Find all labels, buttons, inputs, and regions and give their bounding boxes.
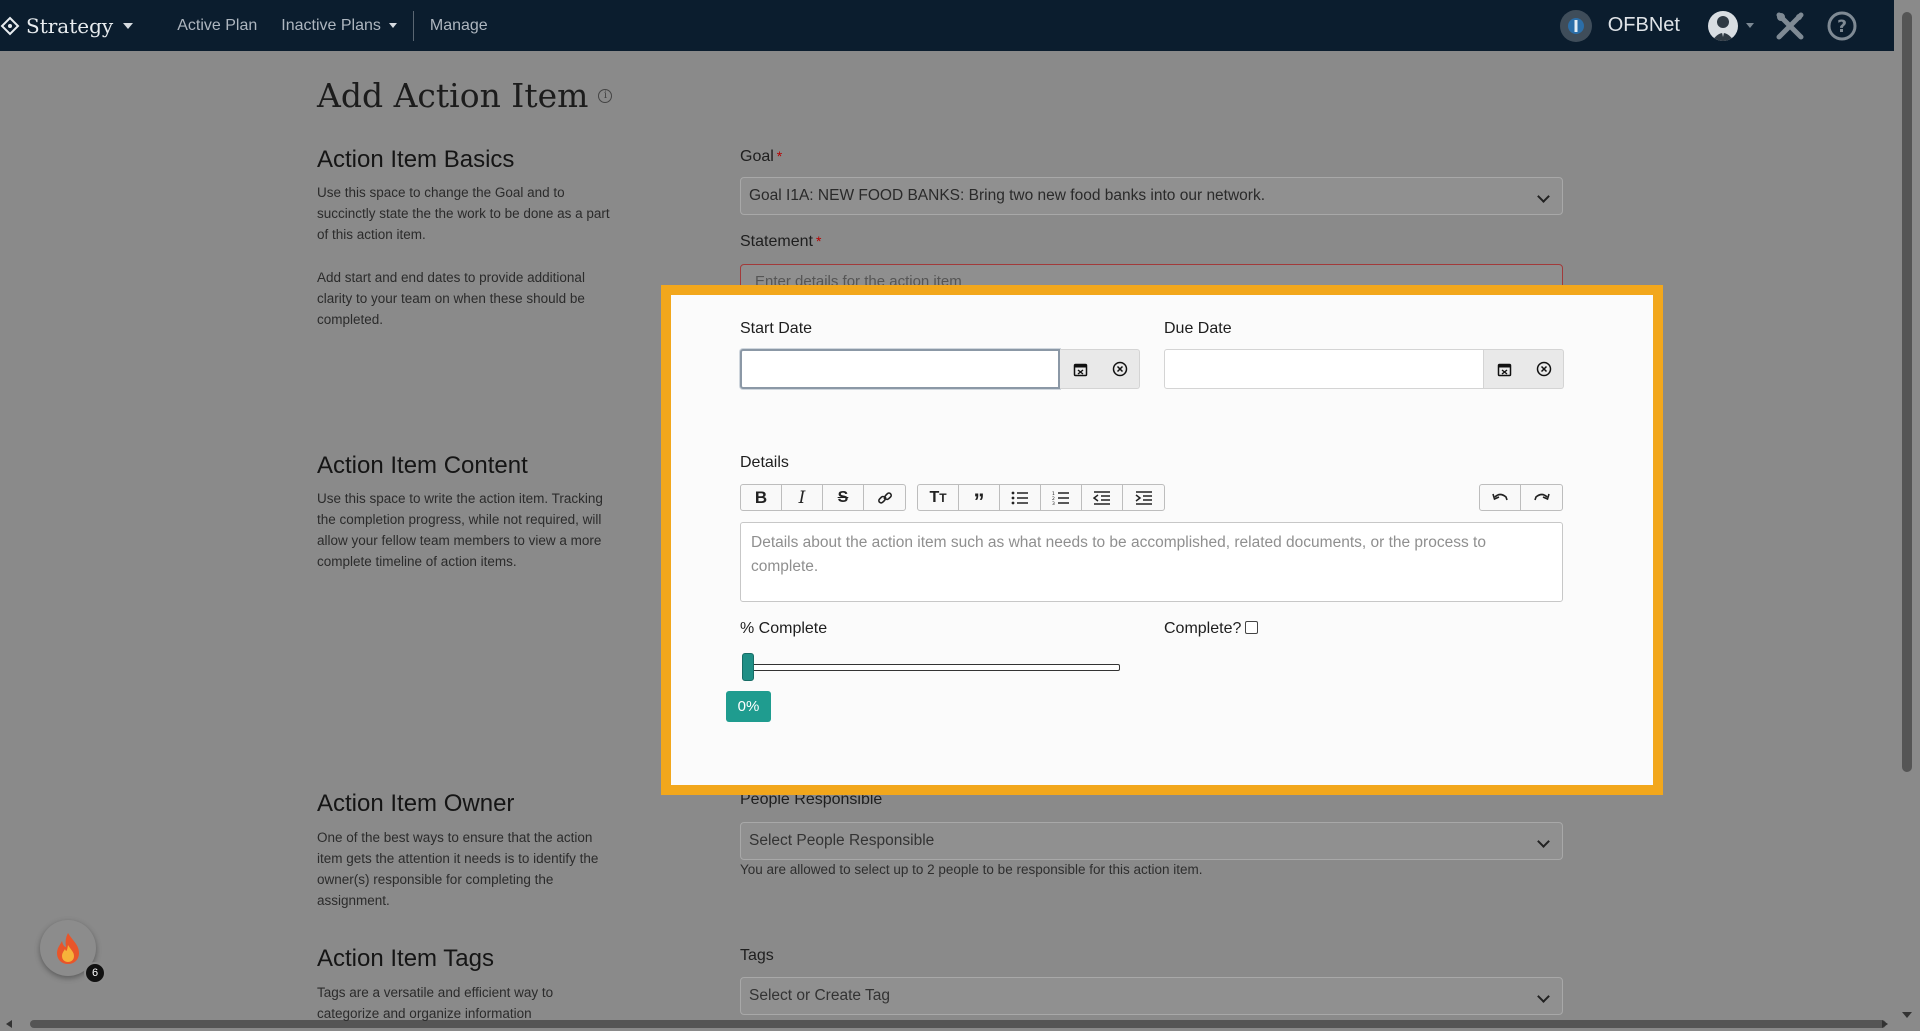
start-date-clear-button[interactable]: [1100, 349, 1140, 389]
quote-icon: ”: [973, 488, 985, 514]
indent-button[interactable]: [1123, 485, 1164, 510]
due-date-group: [1164, 349, 1564, 389]
start-date-label: Start Date: [740, 320, 813, 337]
numbered-list-icon: 123: [1052, 491, 1069, 505]
start-date-calendar-button[interactable]: [1060, 349, 1100, 389]
editor-toolbar-history: [1479, 484, 1563, 511]
flame-icon: [57, 933, 79, 964]
percent-complete-slider-handle[interactable]: [742, 653, 754, 681]
strikethrough-button[interactable]: S: [823, 485, 864, 510]
percent-complete-slider-track[interactable]: [744, 664, 1120, 671]
calendar-icon: [1497, 363, 1511, 376]
italic-button[interactable]: I: [782, 485, 823, 510]
link-icon: [877, 491, 892, 504]
percent-complete-label: % Complete: [740, 620, 828, 637]
details-label: Details: [740, 454, 789, 471]
undo-button[interactable]: [1480, 485, 1521, 510]
complete-label-text: Complete?: [1164, 620, 1242, 637]
redo-icon: [1533, 493, 1550, 500]
heading-icon: TT: [929, 488, 947, 506]
clear-circle-icon: [1112, 361, 1127, 377]
complete-checkbox[interactable]: [1245, 621, 1259, 634]
editor-toolbar-blocks: TT ” 123: [917, 484, 1165, 514]
percent-complete-badge: 0%: [726, 691, 771, 722]
outdent-icon: [1093, 490, 1110, 505]
notification-count-badge: 6: [84, 962, 106, 984]
fire-widget-button[interactable]: 6: [40, 920, 106, 984]
complete-checkbox-label: Complete?: [1164, 620, 1259, 638]
due-date-calendar-button[interactable]: [1484, 349, 1524, 389]
calendar-icon: [1073, 363, 1087, 376]
due-date-clear-button[interactable]: [1524, 349, 1564, 389]
bullet-list-icon: [1011, 491, 1028, 504]
redo-button[interactable]: [1521, 485, 1562, 510]
due-date-label: Due Date: [1164, 320, 1232, 337]
link-button[interactable]: [864, 485, 905, 510]
highlight-panel-content: Start Date Due Date Details B I S TT ” 1…: [0, 0, 1920, 1031]
details-editor[interactable]: Details about the action item such as wh…: [740, 522, 1563, 602]
quote-button[interactable]: ”: [959, 485, 1000, 514]
svg-text:3: 3: [1052, 501, 1055, 505]
numbered-list-button[interactable]: 123: [1041, 485, 1082, 510]
start-date-input[interactable]: [740, 349, 1060, 389]
heading-button[interactable]: TT: [918, 485, 959, 510]
outdent-button[interactable]: [1082, 485, 1123, 510]
bold-button[interactable]: B: [741, 485, 782, 510]
due-date-input[interactable]: [1164, 349, 1484, 389]
italic-icon: I: [798, 487, 806, 508]
bold-icon: B: [754, 487, 768, 507]
strikethrough-icon: S: [837, 488, 849, 506]
indent-icon: [1135, 490, 1152, 505]
highlight-panel: Start Date Due Date Details B I S TT ” 1…: [661, 285, 1663, 795]
details-placeholder: Details about the action item such as wh…: [751, 534, 1486, 575]
start-date-group: [740, 349, 1140, 389]
editor-toolbar-format: B I S: [740, 484, 906, 511]
clear-circle-icon: [1536, 361, 1551, 377]
bullet-list-button[interactable]: [1000, 485, 1041, 510]
undo-icon: [1492, 493, 1508, 500]
